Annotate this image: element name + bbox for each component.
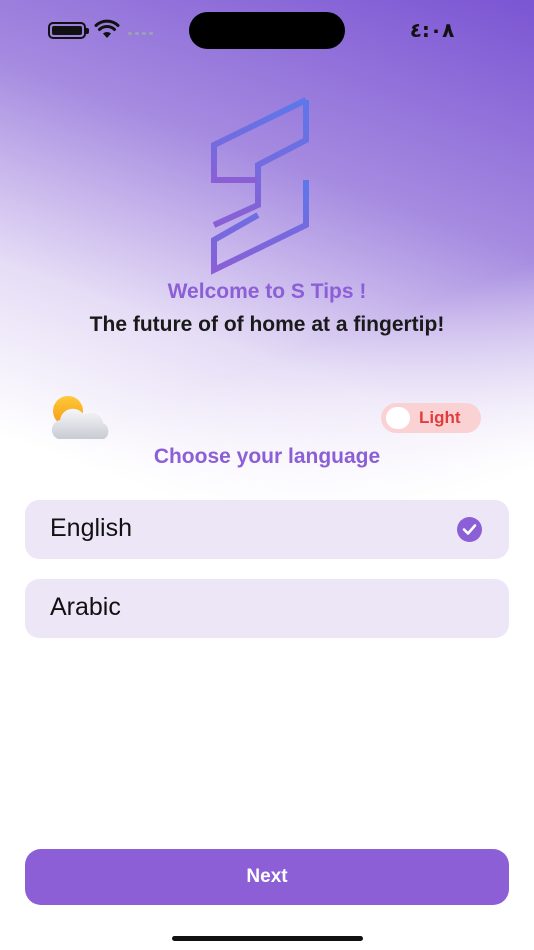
partly-cloudy-icon[interactable] bbox=[48, 393, 114, 443]
toggle-knob bbox=[386, 407, 410, 429]
dynamic-island bbox=[189, 12, 345, 49]
language-option-label: Arabic bbox=[50, 593, 121, 621]
home-indicator bbox=[172, 936, 363, 941]
battery-icon bbox=[48, 22, 89, 39]
next-button[interactable]: Next bbox=[25, 849, 509, 905]
s-tips-logo-icon bbox=[211, 97, 309, 275]
status-bar: ٤:٠٨ bbox=[0, 0, 534, 60]
language-option-english[interactable]: English bbox=[25, 500, 509, 559]
status-time: ٤:٠٨ bbox=[409, 18, 455, 42]
language-option-label: English bbox=[50, 514, 132, 542]
language-option-arabic[interactable]: Arabic bbox=[25, 579, 509, 638]
theme-toggle[interactable]: Light bbox=[381, 403, 481, 433]
choose-language-heading: Choose your language bbox=[153, 445, 381, 468]
theme-toggle-label: Light bbox=[419, 408, 461, 427]
wifi-icon bbox=[94, 19, 120, 38]
tagline: The future of of home at a fingertip! bbox=[89, 313, 445, 336]
cellular-signal-icon bbox=[128, 32, 153, 35]
checkmark-icon bbox=[457, 517, 482, 542]
welcome-title: Welcome to S Tips ! bbox=[167, 280, 367, 303]
